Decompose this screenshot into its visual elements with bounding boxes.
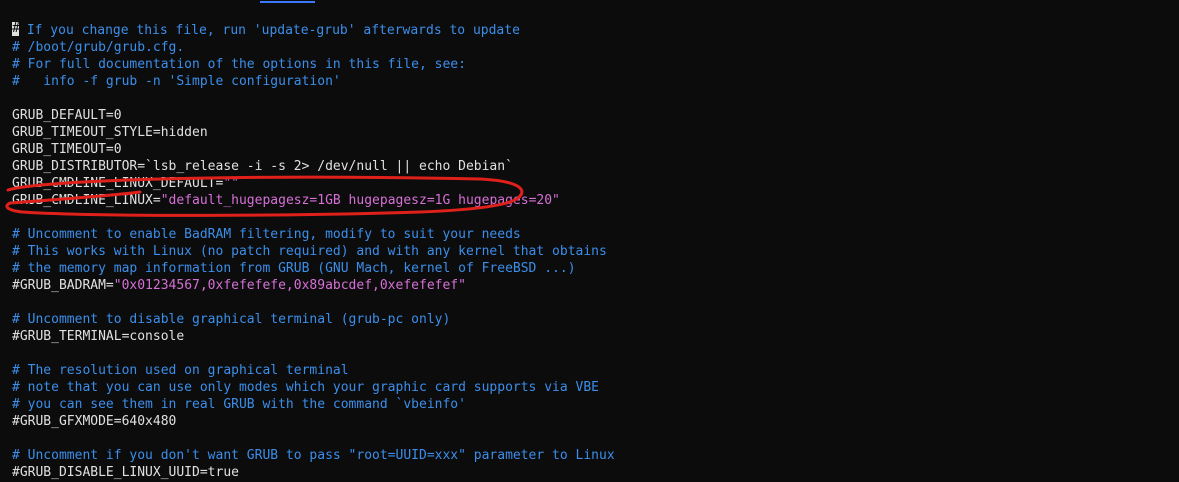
comment-text: If you change this file, run 'update-gru…: [19, 23, 520, 38]
code-line: GRUB_TIMEOUT_STYLE=hidden: [12, 124, 1172, 141]
comment-text: # This works with Linux (no patch requir…: [12, 244, 607, 259]
code-line: # For full documentation of the options …: [12, 56, 1172, 73]
code-line: # Uncomment if you don't want GRUB to pa…: [12, 447, 1172, 464]
terminal-window[interactable]: # If you change this file, run 'update-g…: [0, 0, 1179, 482]
code-line: # note that you can use only modes which…: [12, 379, 1172, 396]
code-line: GRUB_DEFAULT=0: [12, 107, 1172, 124]
code-line: # If you change this file, run 'update-g…: [12, 22, 1172, 39]
code-line: GRUB_DISTRIBUTOR=`lsb_release -i -s 2> /…: [12, 158, 1172, 175]
setting-text: #GRUB_DISABLE_LINUX_UUID=true: [12, 465, 239, 480]
comment-text: # the memory map information from GRUB (…: [12, 261, 576, 276]
comment-text: # you can see them in real GRUB with the…: [12, 397, 466, 412]
text-editor[interactable]: # If you change this file, run 'update-g…: [12, 22, 1172, 481]
comment-text: # For full documentation of the options …: [12, 57, 466, 72]
setting-text: GRUB_TIMEOUT_STYLE=hidden: [12, 125, 208, 140]
comment-text: # Uncomment to enable BadRAM filtering, …: [12, 227, 521, 242]
code-line: GRUB_CMDLINE_LINUX_DEFAULT="": [12, 175, 1172, 192]
code-line: # Uncomment to disable graphical termina…: [12, 311, 1172, 328]
tab-indicator: [260, 1, 315, 3]
comment-text: # note that you can use only modes which…: [12, 380, 599, 395]
code-line: #GRUB_GFXMODE=640x480: [12, 413, 1172, 430]
setting-value-string: "0x01234567,0xfefefefe,0x89abcdef,0xefef…: [113, 278, 466, 293]
code-line: # the memory map information from GRUB (…: [12, 260, 1172, 277]
code-line: #GRUB_TERMINAL=console: [12, 328, 1172, 345]
comment-text: # Uncomment if you don't want GRUB to pa…: [12, 448, 615, 463]
setting-text: #GRUB_TERMINAL=console: [12, 329, 185, 344]
code-line: # info -f grub -n 'Simple configuration': [12, 73, 1172, 90]
setting-text: GRUB_DEFAULT=0: [12, 108, 122, 123]
setting-value-string: "default_hugepagesz=1GB hugepagesz=1G hu…: [160, 193, 560, 208]
setting-key: GRUB_CMDLINE_LINUX_DEFAULT=: [12, 176, 224, 191]
setting-text: GRUB_TIMEOUT=0: [12, 142, 122, 157]
code-line: GRUB_CMDLINE_LINUX="default_hugepagesz=1…: [12, 192, 1172, 209]
comment-text: # info -f grub -n 'Simple configuration': [12, 74, 341, 89]
comment-text: # /boot/grub/grub.cfg.: [12, 40, 185, 55]
code-line: #GRUB_DISABLE_LINUX_UUID=true: [12, 464, 1172, 481]
code-line: # /boot/grub/grub.cfg.: [12, 39, 1172, 56]
code-line: # Uncomment to enable BadRAM filtering, …: [12, 226, 1172, 243]
code-line: # The resolution used on graphical termi…: [12, 362, 1172, 379]
comment-text: # Uncomment to disable graphical termina…: [12, 312, 451, 327]
code-line: # you can see them in real GRUB with the…: [12, 396, 1172, 413]
setting-text: GRUB_DISTRIBUTOR=`lsb_release -i -s 2> /…: [12, 159, 513, 174]
code-line: GRUB_TIMEOUT=0: [12, 141, 1172, 158]
comment-text: # The resolution used on graphical termi…: [12, 363, 349, 378]
code-line: # This works with Linux (no patch requir…: [12, 243, 1172, 260]
text-cursor: #: [12, 22, 19, 36]
setting-key: GRUB_CMDLINE_LINUX=: [12, 193, 161, 208]
setting-key: #GRUB_BADRAM=: [12, 278, 114, 293]
code-line: #GRUB_BADRAM="0x01234567,0xfefefefe,0x89…: [12, 277, 1172, 294]
setting-text: #GRUB_GFXMODE=640x480: [12, 414, 177, 429]
setting-value-string: "": [223, 176, 239, 191]
